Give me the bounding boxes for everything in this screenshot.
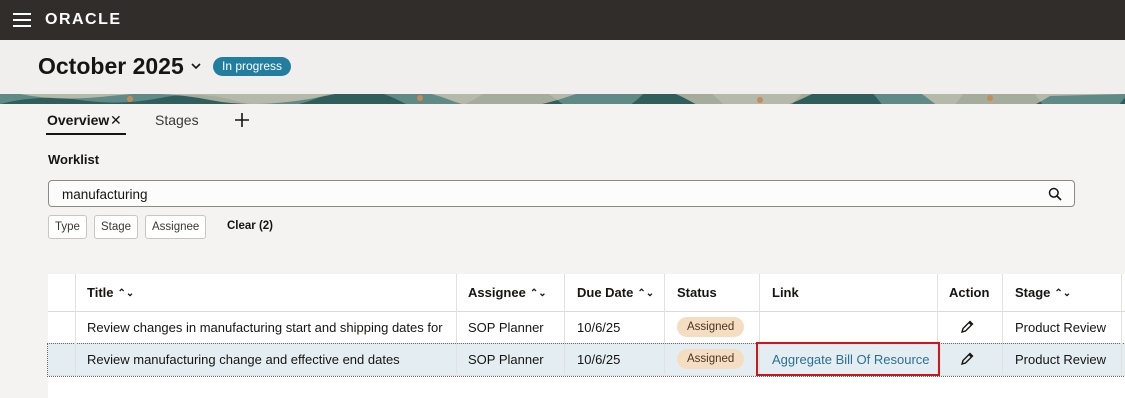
close-icon[interactable]: ✕ <box>110 112 122 129</box>
top-bar: ORACLE <box>0 0 1125 40</box>
active-tab-indicator <box>46 133 126 135</box>
column-status: Status <box>677 285 717 300</box>
search-icon[interactable] <box>1048 187 1062 201</box>
filter-type-button[interactable]: Type <box>48 215 87 239</box>
row-title[interactable]: Review changes in manufacturing start an… <box>87 320 449 335</box>
column-due-date[interactable]: Due Date ⌃⌄ <box>577 285 654 300</box>
column-divider <box>456 274 457 374</box>
column-link: Link <box>772 285 799 300</box>
worklist-table: Title ⌃⌄ Assignee ⌃⌄ Due Date ⌃⌄ Status Lin… <box>47 274 1125 398</box>
row-stage: Product Review <box>1015 352 1107 367</box>
column-divider <box>564 274 565 374</box>
clear-filters-button[interactable]: Clear (2) <box>227 220 273 232</box>
worklist-heading: Worklist <box>48 152 100 167</box>
column-divider <box>664 274 665 374</box>
row-assignee: SOP Planner <box>468 352 544 367</box>
table-row[interactable]: Review changes in manufacturing start an… <box>48 312 1125 344</box>
chevron-down-icon[interactable] <box>189 59 203 73</box>
row-due-date: 10/6/25 <box>577 352 621 367</box>
status-badge: Assigned <box>677 349 745 369</box>
sort-icon[interactable]: ⌃⌄ <box>118 288 135 299</box>
column-assignee[interactable]: Assignee ⌃⌄ <box>468 285 547 300</box>
tab-overview[interactable]: Overview <box>47 112 109 128</box>
row-stage: Product Review <box>1015 320 1107 335</box>
column-divider <box>1002 274 1003 374</box>
filter-stage-button[interactable]: Stage <box>94 215 139 239</box>
sort-icon[interactable]: ⌃⌄ <box>530 288 547 299</box>
decorative-banner <box>0 94 1125 104</box>
pencil-icon[interactable] <box>959 351 975 367</box>
column-action: Action <box>949 285 990 300</box>
filter-assignee-button[interactable]: Assignee <box>145 215 207 239</box>
aggregate-bill-of-resource-link[interactable]: Aggregate Bill Of Resource <box>772 352 930 367</box>
search-input[interactable]: manufacturing <box>48 180 1075 207</box>
column-divider <box>1121 274 1122 374</box>
pencil-icon[interactable] <box>959 319 975 335</box>
page-title[interactable]: October 2025 <box>38 53 184 80</box>
row-due-date: 10/6/25 <box>577 320 621 335</box>
table-header: Title ⌃⌄ Assignee ⌃⌄ Due Date ⌃⌄ Status Lin… <box>48 274 1125 312</box>
column-divider <box>759 274 760 374</box>
column-stage[interactable]: Stage ⌃⌄ <box>1015 285 1071 300</box>
plus-icon[interactable] <box>233 111 251 129</box>
oracle-logo: ORACLE <box>45 11 122 28</box>
sort-icon[interactable]: ⌃⌄ <box>637 288 654 299</box>
status-badge: In progress <box>213 57 292 76</box>
tab-stages[interactable]: Stages <box>155 112 199 128</box>
table-row[interactable]: Review manufacturing change and effectiv… <box>47 343 1125 377</box>
menu-icon[interactable] <box>13 13 31 27</box>
status-badge: Assigned <box>677 317 745 337</box>
column-divider <box>937 274 938 374</box>
sort-icon[interactable]: ⌃⌄ <box>1054 288 1071 299</box>
row-title[interactable]: Review manufacturing change and effectiv… <box>87 352 449 367</box>
column-divider <box>75 274 76 374</box>
column-title[interactable]: Title ⌃⌄ <box>87 285 134 300</box>
row-assignee: SOP Planner <box>468 320 544 335</box>
search-value[interactable]: manufacturing <box>62 187 148 202</box>
